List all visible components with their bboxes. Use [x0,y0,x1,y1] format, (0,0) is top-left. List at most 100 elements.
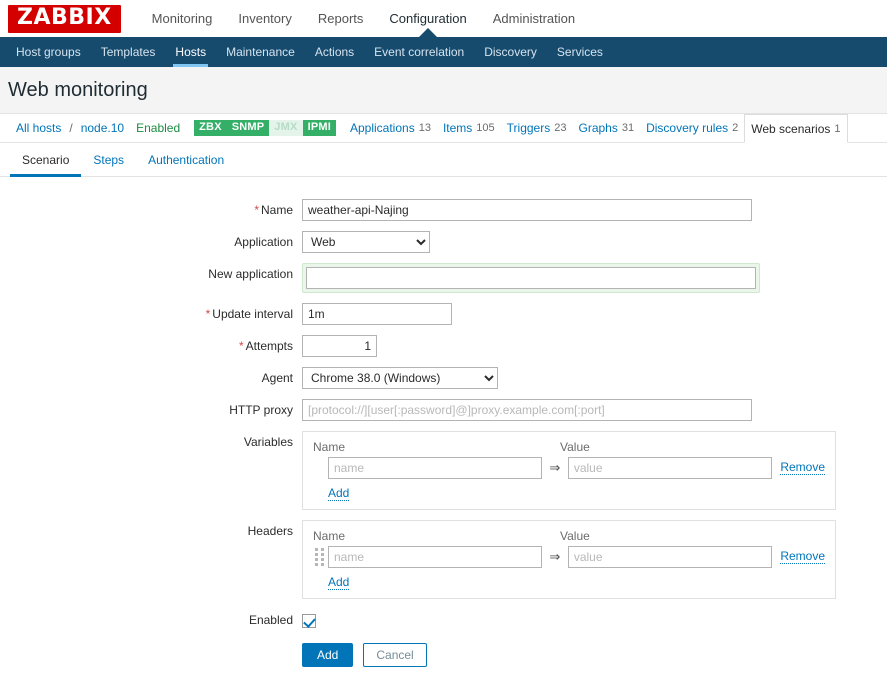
field-row-buttons: Add Cancel [0,643,887,667]
required-marker-attempts: * [238,339,244,353]
form-action-buttons: Add Cancel [302,643,427,667]
top-navigation-bar: ZABBIX Monitoring Inventory Reports Conf… [0,0,887,37]
topnav-item-reports[interactable]: Reports [305,0,377,37]
breadcrumb-host-name[interactable]: node.10 [75,114,130,142]
zabbix-logo[interactable]: ZABBIX [8,4,121,33]
discovery-rules-count: 2 [732,122,739,134]
header-name-input[interactable] [328,546,542,568]
variable-name-input[interactable] [328,457,542,479]
breadcrumb-link-applications[interactable]: Applications 13 [344,114,437,142]
breadcrumb-separator: / [69,121,73,135]
enabled-checkbox-wrap [302,609,316,631]
sub-navigation-bar: Host groups Templates Hosts Maintenance … [0,28,887,67]
label-headers: Headers [247,524,293,538]
header-value-input[interactable] [567,546,773,568]
items-count: 105 [476,122,495,134]
http-proxy-input[interactable] [302,399,752,421]
headers-table: Name Value ⇒ Remove Add [302,520,836,599]
add-button[interactable]: Add [302,643,354,667]
enabled-checkbox[interactable] [302,613,316,628]
label-agent: Agent [261,371,293,385]
label-attempts-text: Attempts [245,339,293,353]
variables-column-headers: Name Value [313,440,825,454]
page-title: Web monitoring [8,78,148,101]
items-label: Items [442,121,473,135]
tab-scenario[interactable]: Scenario [10,143,82,177]
field-row-application: Application Web [0,231,887,253]
host-interface-badges: ZBX SNMP JMX IPMI [194,114,336,142]
tab-steps[interactable]: Steps [81,143,136,176]
graphs-label: Graphs [578,121,618,135]
header-remove-link[interactable]: Remove [780,550,825,564]
variables-add-link[interactable]: Add [328,487,350,501]
breadcrumb-link-graphs[interactable]: Graphs 31 [572,114,640,142]
breadcrumb-link-discovery-rules[interactable]: Discovery rules 2 [640,114,744,142]
label-attempts: * Attempts [0,335,302,357]
host-status-label: Enabled [136,121,181,135]
headers-row: ⇒ Remove [313,546,825,568]
new-application-focus-ring [302,263,760,293]
headers-col-value: Value [560,529,590,543]
variable-value-input[interactable] [567,457,773,479]
label-update-interval: * Update interval [0,303,302,325]
required-marker-name: * [254,203,259,217]
label-enabled: Enabled [248,613,293,627]
field-row-enabled: Enabled [0,609,887,631]
applications-label: Applications [349,121,415,135]
discovery-rules-label: Discovery rules [646,121,729,135]
variables-arrow-icon: ⇒ [549,460,561,475]
subnav-item-event-correlation[interactable]: Event correlation [364,37,474,67]
graphs-count: 31 [621,122,635,134]
drag-handle-icon[interactable] [313,548,325,566]
topnav-item-administration[interactable]: Administration [480,0,588,37]
subnav-item-hosts[interactable]: Hosts [165,37,216,67]
field-row-update-interval: * Update interval [0,303,887,325]
variables-col-name: Name [313,440,346,454]
field-row-http-proxy: HTTP proxy [0,399,887,421]
label-update-interval-text: Update interval [212,307,293,321]
headers-add-link[interactable]: Add [328,576,350,590]
triggers-label: Triggers [506,121,551,135]
field-row-agent: Agent Chrome 38.0 (Windows) [0,367,887,389]
subnav-item-services[interactable]: Services [547,37,613,67]
field-row-variables: Variables Name Value ⇒ Remove Add [0,431,887,510]
badge-ipmi: IPMI [302,120,336,136]
headers-col-name: Name [313,529,346,543]
name-input[interactable] [302,199,752,221]
applications-count: 13 [418,122,431,134]
field-row-name: * Name [0,199,887,221]
subnav-item-templates[interactable]: Templates [91,37,166,67]
field-row-attempts: * Attempts [0,335,887,357]
topnav-item-inventory[interactable]: Inventory [225,0,304,37]
page-header: Web monitoring [0,67,887,114]
application-select[interactable]: Web [302,231,430,253]
variables-table: Name Value ⇒ Remove Add [302,431,836,510]
breadcrumb-link-web-scenarios[interactable]: Web scenarios 1 [744,114,848,143]
label-name-text: Name [260,203,293,217]
new-application-input[interactable] [306,267,756,289]
update-interval-input[interactable] [302,303,452,325]
label-application: Application [234,235,293,249]
host-breadcrumb-bar: All hosts / node.10 Enabled ZBX SNMP JMX… [0,114,887,143]
subnav-item-host-groups[interactable]: Host groups [6,37,91,67]
subnav-item-discovery[interactable]: Discovery [474,37,547,67]
web-scenarios-label: Web scenarios [751,121,831,136]
field-row-new-application: New application [0,263,887,293]
topnav-item-monitoring[interactable]: Monitoring [139,0,226,37]
subnav-item-maintenance[interactable]: Maintenance [216,37,305,67]
agent-select[interactable]: Chrome 38.0 (Windows) [302,367,498,389]
breadcrumb-link-items[interactable]: Items 105 [437,114,501,142]
breadcrumb-link-triggers[interactable]: Triggers 23 [501,114,573,142]
subnav-item-actions[interactable]: Actions [305,37,364,67]
tab-authentication[interactable]: Authentication [136,143,236,176]
cancel-button[interactable]: Cancel [363,643,427,667]
label-name: * Name [0,199,302,221]
breadcrumb-all-hosts[interactable]: All hosts [10,114,67,142]
attempts-input[interactable] [302,335,377,357]
variable-remove-link[interactable]: Remove [780,461,825,475]
badge-snmp: SNMP [226,120,270,136]
required-marker-update-interval: * [205,307,211,321]
form-tab-bar: Scenario Steps Authentication [0,143,887,177]
web-scenario-form: *Name Application Web New application *U… [0,177,887,667]
badge-zbx: ZBX [194,120,227,136]
